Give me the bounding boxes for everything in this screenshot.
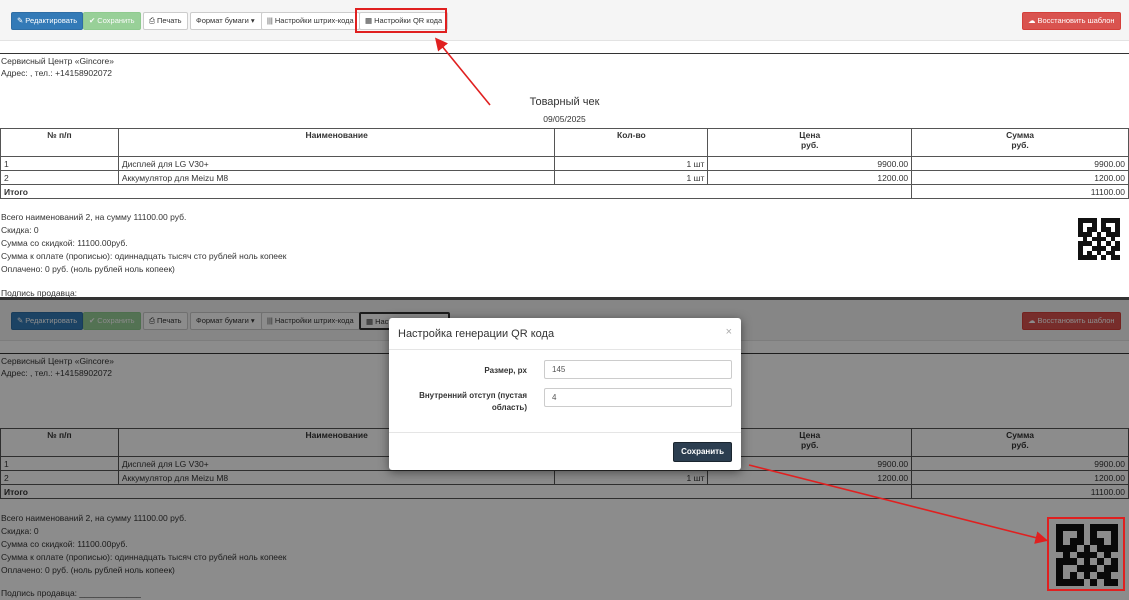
receipt-title: Товарный чек [529,96,600,108]
summary-line: Всего наименований 2, на сумму 11100.00 … [1,212,187,222]
summary-line: Сумма к оплате (прописью): одиннадцать т… [1,251,287,261]
items-table: № п/п Наименование Кол-во Ценаруб. Сумма… [0,128,1129,199]
column-header: Наименование [117,128,556,157]
qr-module [1115,255,1120,260]
annotation-highlight-qr-button [355,8,447,33]
summary-line: Сумма со скидкой: 11100.00руб. [1,238,128,248]
table-row: 1 Дисплей для LG V30+ 1 шт 9900.00 9900.… [0,156,1129,171]
company-address: Адрес: , тел.: +14158902072 [1,68,113,78]
table-header-row: № п/п Наименование Кол-во Ценаруб. Сумма… [0,128,1129,157]
size-label: Размер, px [484,366,527,375]
size-input[interactable]: 145 [544,360,732,379]
padding-label: Внутренний отступ (пустая область) [419,391,527,412]
row-price: 1200.00 [707,170,913,185]
summary-line: Скидка: 0 [1,225,39,235]
row-sum: 9900.00 [911,156,1129,171]
restore-template-button[interactable]: ☁ Восстановить шаблон [1022,12,1121,30]
caret-down-icon: ▾ [250,16,255,25]
cloud-icon: ☁ [1028,16,1036,25]
save-button[interactable]: ✔ Сохранить [83,12,141,30]
check-icon: ✔ [89,16,96,25]
column-header: № п/п [0,128,119,157]
modal-header: Настройка генерации QR кода × [389,318,741,350]
annotation-highlight-qr-code [1047,517,1125,591]
row-number: 1 [0,156,119,171]
column-header: Цена руб. [707,128,913,157]
barcode-settings-button[interactable]: ||| Настройки штрих-кода [261,12,360,30]
row-name: Дисплей для LG V30+ [117,156,556,171]
modal-title: Настройка генерации QR кода [398,328,555,340]
row-number: 2 [0,170,119,185]
close-icon[interactable]: × [726,326,732,338]
receipt-view-bottom: ✎ Редактировать ✔ Сохранить ⎙ Печать Формат… [0,300,1129,600]
company-name: Сервисный Центр «Gincore» [1,56,114,66]
row-qty: 1 шт [554,170,709,185]
receipt-view-top: ✎ Редактировать ✔ Сохранить ⎙ Печать Формат… [0,0,1129,298]
total-row: Итого 11100.00 [0,184,1129,199]
receipt-document [0,53,1129,54]
edit-button[interactable]: ✎ Редактировать [11,12,84,30]
total-label: Итого [0,184,913,199]
column-header: Сумма руб. [911,128,1129,157]
toolbar: ✎ Редактировать ✔ Сохранить ⎙ Печать Формат… [0,0,1129,41]
print-button[interactable]: ⎙ Печать [143,12,188,30]
modal-save-button[interactable]: Сохранить [673,442,732,462]
padding-input[interactable]: 4 [544,388,732,407]
summary-line: Оплачено: 0 руб. (ноль рублей ноль копее… [1,264,175,274]
row-name: Аккумулятор для Meizu M8 [117,170,556,185]
total-value: 11100.00 [911,184,1129,199]
table-row: 2 Аккумулятор для Meizu M8 1 шт 1200.00 … [0,170,1129,185]
row-sum: 1200.00 [911,170,1129,185]
row-price: 9900.00 [707,156,913,171]
qr-code-image [1078,218,1120,260]
modal-footer: Сохранить [389,432,741,470]
row-qty: 1 шт [554,156,709,171]
pencil-icon: ✎ [17,16,24,25]
barcode-icon: ||| [267,16,273,25]
paper-format-dropdown[interactable]: Формат бумаги ▾ [190,12,263,30]
qr-settings-modal: Настройка генерации QR кода × Размер, px… [389,318,741,470]
receipt-date: 09/05/2025 [543,114,586,124]
column-header: Кол-во [554,128,709,157]
print-icon: ⎙ [149,16,155,25]
